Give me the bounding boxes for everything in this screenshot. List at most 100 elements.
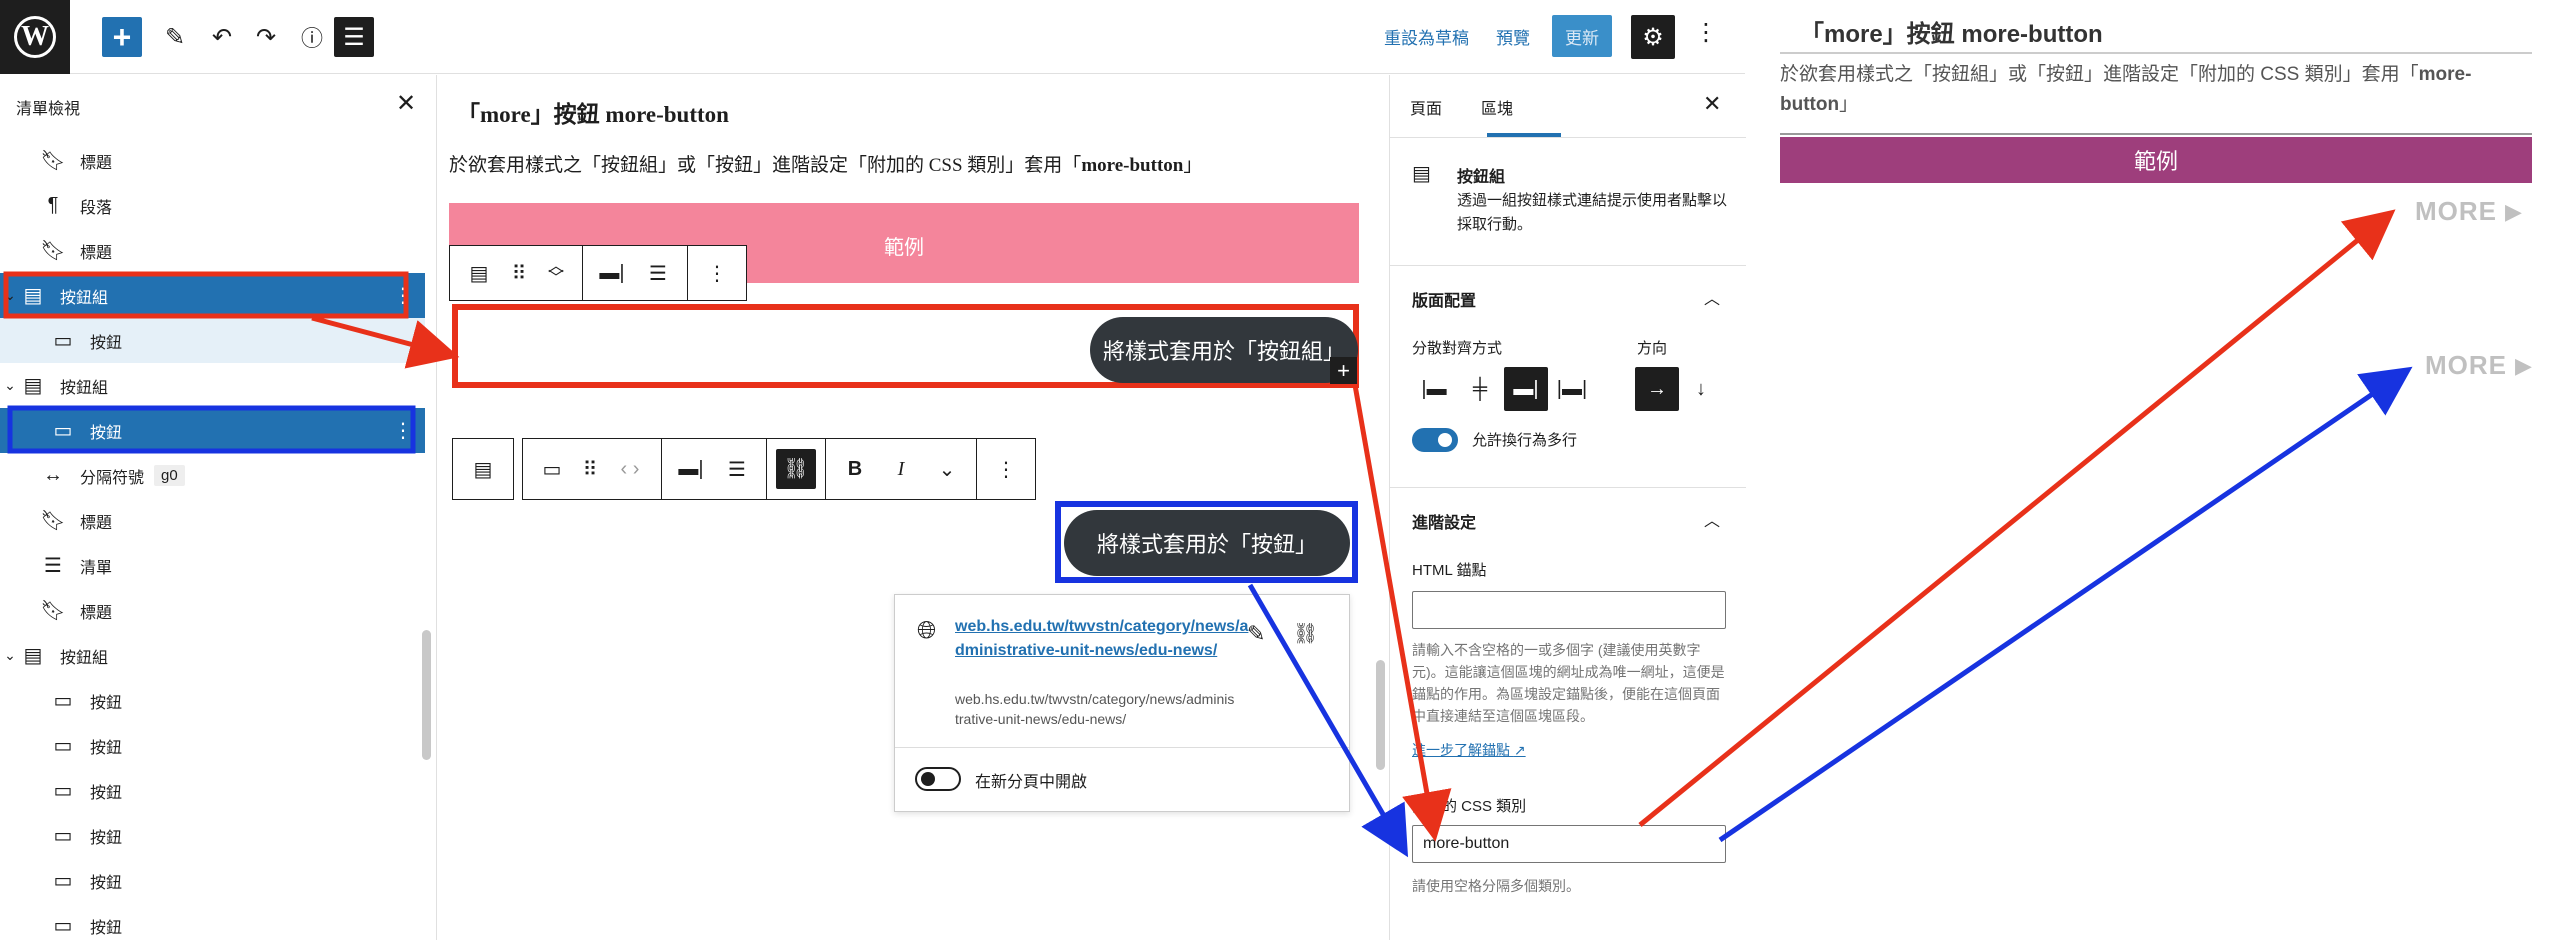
bold-icon[interactable]: B [832, 458, 878, 481]
move-left-right-icon[interactable]: ‹ › [605, 458, 655, 481]
chevron-up-icon[interactable]: ︿ [1704, 507, 1720, 531]
css-class-input[interactable]: more-button [1412, 825, 1726, 863]
list-item[interactable]: 🔖︎ 標題 [0, 138, 425, 183]
caret-right-icon: ▶ [2515, 352, 2532, 378]
select-parent-button[interactable]: ▤ [452, 438, 514, 500]
list-item[interactable]: ▭ 按鈕 [0, 858, 425, 903]
undo-icon[interactable]: ↶ [202, 17, 242, 57]
unlink-icon[interactable]: ⛓ [1293, 621, 1318, 646]
link-url[interactable]: web.hs.edu.tw/twvstn/category/news/admin… [955, 615, 1255, 663]
list-item-selected[interactable]: ▭ 按鈕 ⋮ [0, 408, 425, 453]
scrollbar[interactable] [422, 630, 431, 760]
align-wide-icon[interactable]: ☰ [635, 261, 681, 286]
list-item[interactable]: ☰ 清單 [0, 543, 425, 588]
button-icon[interactable]: ▭ [529, 457, 575, 482]
list-item[interactable]: ▭ 按鈕 [0, 813, 425, 858]
preview-link[interactable]: 預覽 [1496, 24, 1530, 49]
new-tab-toggle[interactable] [915, 767, 961, 791]
bookmark-icon: 🔖︎ [40, 240, 66, 262]
bookmark-icon: 🔖︎ [40, 600, 66, 622]
more-link-button-group[interactable]: MORE ▶ [2415, 196, 2522, 227]
divider [1390, 137, 1746, 138]
button-icon: ▭ [53, 420, 73, 442]
caret-right-icon: ▶ [2505, 198, 2522, 224]
preview-example-banner: 範例 [1780, 137, 2532, 183]
justification-label: 分散對齊方式 [1412, 340, 1503, 357]
divider [895, 747, 1349, 748]
italic-icon[interactable]: I [878, 458, 924, 481]
post-paragraph[interactable]: 於欲套用樣式之「按鈕組」或「按鈕」進階設定「附加的 CSS 類別」套用「more… [449, 150, 1202, 177]
list-item[interactable]: 🔖︎ 標題 [0, 228, 425, 273]
scrollbar[interactable] [1376, 660, 1385, 770]
wordpress-logo-icon[interactable]: W [0, 0, 70, 74]
list-item[interactable]: ⌄ ▤ 按鈕組 [0, 633, 425, 678]
chevron-down-icon[interactable]: ⌄ [0, 647, 20, 664]
move-up-down-icon[interactable]: ︿ ﹀ [536, 259, 576, 287]
html-anchor-input[interactable] [1412, 591, 1726, 629]
buttons-icon[interactable]: ▤ [456, 261, 502, 286]
divider [1390, 487, 1746, 488]
list-icon: ☰ [44, 555, 62, 577]
horizontal-arrow-icon[interactable]: → [1635, 367, 1679, 411]
add-block-inline-icon[interactable]: + [1330, 357, 1357, 384]
list-item[interactable]: ⌄ ▤ 按鈕組 [0, 363, 425, 408]
list-item[interactable]: ▭ 按鈕 [0, 318, 425, 363]
space-between-icon[interactable]: |▬| [1550, 367, 1594, 411]
vertical-arrow-icon[interactable]: ↓ [1679, 367, 1723, 411]
bookmark-icon: 🔖︎ [40, 510, 66, 532]
add-block-button[interactable]: + [102, 17, 142, 57]
list-item[interactable]: 🔖︎ 標題 [0, 588, 425, 633]
list-item[interactable]: ▭ 按鈕 [0, 768, 425, 813]
button-icon: ▭ [53, 735, 73, 757]
more-link-button[interactable]: MORE ▶ [2425, 350, 2532, 381]
chevron-down-icon[interactable]: ⌄ [0, 287, 20, 304]
justify-right-icon[interactable]: ▬| [1504, 367, 1548, 411]
list-item[interactable]: ▭ 按鈕 [0, 678, 425, 723]
settings-gear-icon[interactable]: ⚙ [1631, 15, 1675, 59]
options-more-icon[interactable]: ⋮ [393, 283, 413, 308]
list-item[interactable]: ▭ 按鈕 [0, 723, 425, 768]
chevron-down-icon[interactable]: ⌄ [924, 457, 970, 482]
close-icon[interactable]: ✕ [396, 89, 416, 118]
justify-right-icon[interactable]: ▬| [668, 458, 714, 481]
list-item[interactable]: ↔ 分隔符號 g0 [0, 453, 425, 498]
pencil-icon[interactable]: ✎ [155, 17, 195, 57]
close-icon[interactable]: ✕ [1703, 91, 1721, 117]
update-button[interactable]: 更新 [1552, 15, 1612, 57]
allow-wrap-toggle[interactable] [1412, 428, 1458, 452]
buttons-icon: ▤ [1412, 163, 1431, 185]
revert-to-draft-link[interactable]: 重設為草稿 [1384, 24, 1469, 49]
learn-more-anchor-link[interactable]: 進一步了解錨點 ↗ [1412, 740, 1526, 760]
justify-center-icon[interactable]: ╪ [1458, 367, 1502, 411]
justify-right-icon[interactable]: ▬| [589, 262, 635, 285]
tab-page[interactable]: 頁面 [1410, 95, 1442, 119]
layout-panel-title[interactable]: 版面配置 [1412, 287, 1476, 311]
drag-handle-icon[interactable]: ⠿ [575, 457, 605, 482]
align-wide-icon[interactable]: ☰ [714, 457, 760, 482]
options-more-icon[interactable]: ⋮ [1694, 18, 1718, 47]
options-more-icon[interactable]: ⋮ [393, 418, 413, 443]
button-icon: ▭ [53, 690, 73, 712]
info-icon[interactable]: ⓘ [292, 17, 332, 57]
options-more-icon[interactable]: ⋮ [983, 457, 1029, 482]
more-button[interactable]: 將樣式套用於「按鈕」 [1064, 510, 1350, 576]
list-view-button[interactable]: ☰ [334, 17, 374, 57]
list-item[interactable]: 🔖︎ 標題 [0, 498, 425, 543]
tab-block[interactable]: 區塊 [1481, 95, 1513, 119]
options-more-icon[interactable]: ⋮ [694, 261, 740, 286]
preview-heading: 「more」按鈕 more-button [1800, 21, 2103, 48]
advanced-panel-title[interactable]: 進階設定 [1412, 509, 1476, 533]
edit-pencil-icon[interactable]: ✎ [1247, 621, 1265, 647]
drag-handle-icon[interactable]: ⠿ [502, 261, 536, 286]
list-item[interactable]: ▭ 按鈕 [0, 903, 425, 940]
list-item-selected[interactable]: ⌄ ▤ 按鈕組 ⋮ [0, 273, 425, 318]
button-group-button[interactable]: 將樣式套用於「按鈕組」 [1090, 317, 1358, 383]
list-item[interactable]: ¶ 段落 [0, 183, 425, 228]
chevron-down-icon[interactable]: ⌄ [0, 377, 20, 394]
chevron-up-icon[interactable]: ︿ [1704, 285, 1720, 309]
redo-icon[interactable]: ↷ [246, 17, 286, 57]
block-toolbar: ▤ ⠿ ︿ ﹀ ▬| ☰ ⋮ [449, 245, 747, 301]
justify-left-icon[interactable]: |▬ [1412, 367, 1456, 411]
post-heading[interactable]: 「more」按鈕 more-button [457, 95, 729, 129]
unlink-icon[interactable]: ⛓ [776, 449, 816, 489]
